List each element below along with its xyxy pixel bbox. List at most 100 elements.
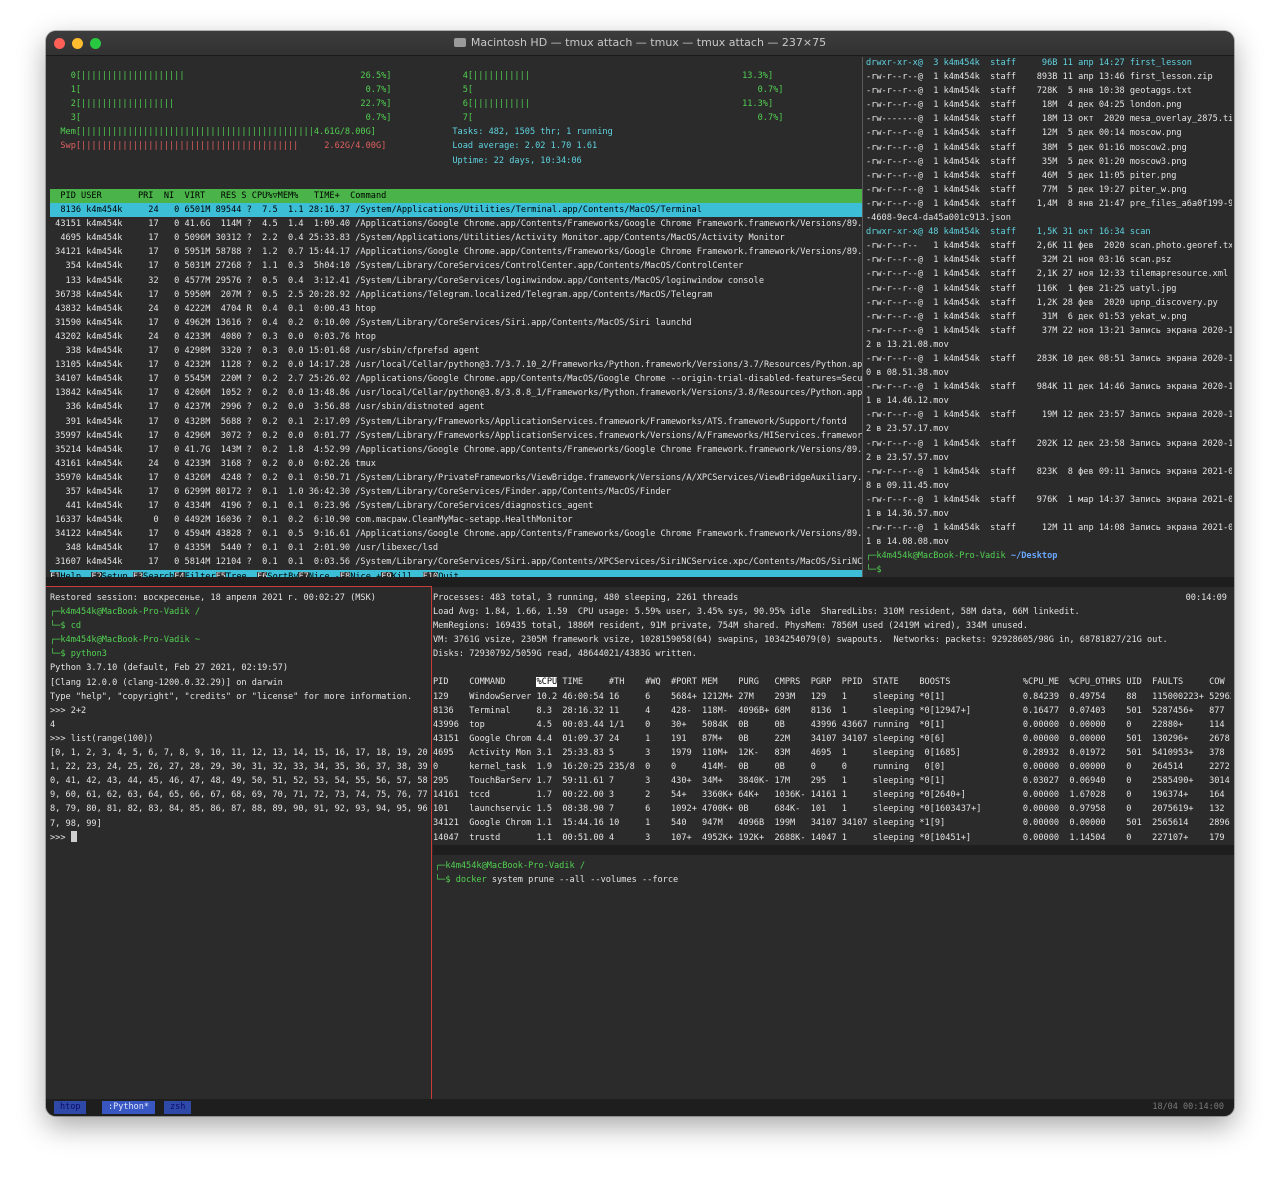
ls-line: -rw-r--r--@ 1 k4m454k staff 77M 5 дек 19…: [866, 184, 1187, 195]
htop-process-row[interactable]: 35997 k4m454k 17 0 4296M 3072 ? 0.2 0.0 …: [50, 429, 862, 443]
cpu-meter: 0[|||||||||||||||||||| 26.5%]: [50, 71, 392, 81]
htop-process-row[interactable]: 35970 k4m454k 17 0 4326M 4248 ? 0.2 0.1 …: [50, 471, 862, 485]
top-pane[interactable]: Processes: 483 total, 3 running, 480 sle…: [433, 591, 1231, 847]
tmux-tab-htop[interactable]: htop: [54, 1101, 87, 1114]
htop-process-row[interactable]: 338 k4m454k 17 0 4298M 3320 ? 0.3 0.0 15…: [50, 344, 862, 358]
python-line: >>>: [50, 830, 428, 845]
python-line: 8, 79, 80, 81, 82, 83, 84, 85, 86, 87, 8…: [50, 804, 428, 815]
top-header-post: TIME #TH #WQ #PORT MEM PURG CMPRS PGRP P…: [557, 677, 1225, 688]
htop-process-row[interactable]: 35214 k4m454k 17 0 41.7G 143M ? 0.2 1.8 …: [50, 443, 862, 457]
top-process-row: 295 TouchBarServ 1.7 59:11.61 7 3 430+ 3…: [433, 776, 1230, 787]
python-line: 1, 22, 23, 24, 25, 26, 27, 28, 29, 30, 3…: [50, 762, 428, 773]
ls-line: drwxr-xr-x@ 48 k4m454k staff 1,5K 31 окт…: [866, 227, 1151, 238]
htop-process-row[interactable]: 34107 k4m454k 17 0 5545M 220M ? 0.2 2.7 …: [50, 372, 862, 386]
python-line: ┌─k4m454k@MacBook-Pro-Vadik ~: [50, 635, 201, 646]
htop-process-row[interactable]: 31607 k4m454k 17 0 5814M 12104 ? 0.1 0.1…: [50, 555, 862, 569]
ls-line: drwxr-xr-x@ 3 k4m454k staff 96B 11 апр 1…: [866, 58, 1192, 68]
htop-process-row[interactable]: 133 k4m454k 32 0 4577M 29576 ? 0.5 0.4 3…: [50, 274, 862, 288]
terminal-window: Macintosh HD — tmux attach — tmux — tmux…: [46, 31, 1234, 1116]
window-title-text: Macintosh HD — tmux attach — tmux — tmux…: [470, 36, 827, 49]
zsh-pane[interactable]: ┌─k4m454k@MacBook-Pro-Vadik / └─$ docker…: [435, 859, 1231, 1095]
htop-process-row[interactable]: 8136 k4m454k 24 0 6501M 89544 ? 7.5 1.1 …: [50, 203, 862, 218]
python-line: Type "help", "copyright", "credits" or "…: [50, 691, 413, 702]
cpu-meter: 7[ 0.7%]: [442, 113, 784, 124]
htop-process-row[interactable]: 16337 k4m454k 0 0 4492M 16036 ? 0.1 0.2 …: [50, 513, 862, 527]
htop-process-row[interactable]: 34121 k4m454k 17 0 5951M 58788 ? 1.2 0.7…: [50, 245, 862, 259]
htop-process-list[interactable]: 8136 k4m454k 24 0 6501M 89544 ? 7.5 1.1 …: [50, 203, 862, 569]
cpu-meter: Tasks: 482, 1505 thr; 1 running: [442, 127, 613, 138]
zsh-command-line[interactable]: └─$ docker system prune --all --volumes …: [435, 873, 1231, 887]
htop-meters-left: 0[|||||||||||||||||||| 26.5%] 1[ 0.7%] 2…: [50, 69, 442, 154]
tmux-tab-python[interactable]: :Python*: [102, 1101, 155, 1114]
active-pane-border-right: [431, 586, 432, 1099]
zsh-command-args: system prune --all --volumes --force: [486, 875, 679, 886]
ls-line: -rw-r--r-- 1 k4m454k staff 2,6K 11 фев 2…: [866, 241, 1232, 252]
top-process-row: 43996 top 4.5 00:03.44 1/1 0 30+ 5084K 0…: [433, 719, 1225, 730]
htop-process-row[interactable]: 391 k4m454k 17 0 4328M 5688 ? 0.2 0.1 2:…: [50, 415, 862, 429]
htop-process-row[interactable]: 43832 k4m454k 24 0 4222M 4704 R 0.4 0.1 …: [50, 302, 862, 316]
ls-line: -rw-r--r--@ 1 k4m454k staff 12M 5 дек 00…: [866, 128, 1182, 139]
htop-process-row[interactable]: 348 k4m454k 17 0 4335M 5440 ? 0.1 0.1 2:…: [50, 541, 862, 555]
ls-line: -rw-r--r--@ 1 k4m454k staff 46M 5 дек 11…: [866, 170, 1177, 181]
ls-line: 2 в 23.57.17.mov: [866, 424, 949, 435]
htop-process-row[interactable]: 13105 k4m454k 17 0 4232M 1128 ? 0.2 0.0 …: [50, 358, 862, 372]
top-spacer: [433, 661, 1231, 675]
ls-line: 8 в 09.11.45.mov: [866, 480, 949, 491]
ls-line: 1 в 14.46.12.mov: [866, 396, 949, 407]
top-header-cpu-sorted[interactable]: %CPU: [536, 677, 558, 688]
ls-prompt-marker: └─$: [866, 565, 882, 576]
ls-prompt-line[interactable]: └─$: [866, 563, 1232, 577]
tmux-clock: 18/04 00:14:00: [1152, 1099, 1224, 1116]
top-summary: Processes: 483 total, 3 running, 480 sle…: [433, 591, 1231, 661]
top-summary-line: Disks: 72930792/5059G read, 48644021/438…: [433, 649, 697, 660]
htop-process-row[interactable]: 36738 k4m454k 17 0 5950M 207M ? 0.5 2.5 …: [50, 288, 862, 302]
cpu-meter: 3[ 0.7%]: [50, 113, 392, 124]
htop-process-row[interactable]: 31590 k4m454k 17 0 4962M 13616 ? 0.4 0.2…: [50, 316, 862, 330]
python-line: [0, 1, 2, 3, 4, 5, 6, 7, 8, 9, 10, 11, 1…: [50, 748, 428, 759]
ls-line: -rw-r--r--@ 1 k4m454k staff 728K 5 янв 1…: [866, 86, 1192, 97]
horizontal-divider-2: [433, 845, 1234, 855]
ls-line: 2 в 13.21.08.mov: [866, 339, 949, 350]
htop-process-row[interactable]: 43151 k4m454k 17 0 41.6G 114M ? 4.5 1.4 …: [50, 217, 862, 231]
htop-process-row[interactable]: 441 k4m454k 17 0 4334M 4196 ? 0.1 0.1 0:…: [50, 499, 862, 513]
top-process-row: 14047 trustd 1.1 00:51.00 4 3 107+ 4952K…: [433, 832, 1225, 843]
python-line: 4: [50, 719, 56, 730]
top-process-row: 43151 Google Chrom 4.4 01:09.37 24 1 191…: [433, 733, 1230, 744]
cpu-meter: 4[||||||||||| 13.3%]: [442, 71, 774, 81]
htop-process-row[interactable]: 357 k4m454k 17 0 6299M 80172 ? 0.1 1.0 3…: [50, 485, 862, 499]
zsh-prompt-marker: └─$: [435, 875, 456, 886]
pane-divider: [862, 57, 863, 585]
ls-line: -rw-r--r--@ 1 k4m454k staff 35M 5 дек 01…: [866, 156, 1187, 167]
htop-pane[interactable]: 0[|||||||||||||||||||| 26.5%] 1[ 0.7%] 2…: [50, 69, 862, 579]
htop-process-row[interactable]: 354 k4m454k 17 0 5031M 27268 ? 1.1 0.3 5…: [50, 259, 862, 273]
ls-line: -rw-r--r--@ 1 k4m454k staff 283K 10 дек …: [866, 353, 1232, 364]
ls-line: -rw-r--r--@ 1 k4m454k staff 31M 6 дек 01…: [866, 311, 1187, 322]
ls-prompt: ┌─k4m454k@MacBook-Pro-Vadik ~/Desktop: [866, 549, 1232, 563]
cpu-meter: Uptime: 22 days, 10:34:06: [442, 155, 582, 166]
ls-line: -rw-r--r--@ 1 k4m454k staff 976K 1 мар 1…: [866, 494, 1232, 505]
top-column-header[interactable]: PID COMMAND %CPU TIME #TH #WQ #PORT MEM …: [433, 675, 1231, 689]
python-pane[interactable]: Restored session: воскресенье, 18 апреля…: [50, 591, 428, 1096]
htop-process-row[interactable]: 43202 k4m454k 24 0 4233M 4080 ? 0.3 0.0 …: [50, 330, 862, 344]
ls-line: -rw-------@ 1 k4m454k staff 18M 13 окт 2…: [866, 114, 1232, 125]
htop-process-row[interactable]: 4695 k4m454k 17 0 5096M 30312 ? 2.2 0.4 …: [50, 231, 862, 245]
python-line: [Clang 12.0.0 (clang-1200.0.32.29)] on d…: [50, 677, 283, 688]
htop-process-row[interactable]: 34122 k4m454k 17 0 4594M 43828 ? 0.1 0.5…: [50, 527, 862, 541]
htop-process-row[interactable]: 43161 k4m454k 24 0 4233M 3168 ? 0.2 0.0 …: [50, 457, 862, 471]
top-process-row: 14161 tccd 1.7 00:22.00 3 2 54+ 3360K+ 6…: [433, 790, 1225, 801]
cpu-meter: 1[ 0.7%]: [50, 85, 392, 96]
tmux-time: 00:14:00: [1183, 1102, 1224, 1112]
htop-process-row[interactable]: 336 k4m454k 17 0 4237M 2996 ? 0.2 0.0 3:…: [50, 400, 862, 414]
active-pane-border-top: [46, 586, 432, 587]
python-output: Restored session: воскресенье, 18 апреля…: [50, 591, 428, 845]
top-header-pre: PID COMMAND: [433, 677, 537, 688]
text-cursor: [70, 830, 77, 842]
htop-process-row[interactable]: 13842 k4m454k 17 0 4206M 1052 ? 0.2 0.0 …: [50, 386, 862, 400]
htop-column-header[interactable]: PID USER PRI NI VIRT RES S CPU%▽MEM% TIM…: [50, 189, 862, 204]
cpu-meter: 6[||||||||||| 11.3%]: [442, 99, 774, 110]
ls-pane[interactable]: drwxr-xr-x@ 3 k4m454k staff 96B 11 апр 1…: [866, 56, 1232, 584]
tmux-tab-zsh[interactable]: zsh: [164, 1101, 192, 1114]
ls-line: 2 в 23.57.57.mov: [866, 452, 949, 463]
ls-line: -rw-r--r--@ 1 k4m454k staff 12M 11 апр 1…: [866, 523, 1232, 534]
python-line: Restored session: воскресенье, 18 апреля…: [50, 593, 376, 603]
